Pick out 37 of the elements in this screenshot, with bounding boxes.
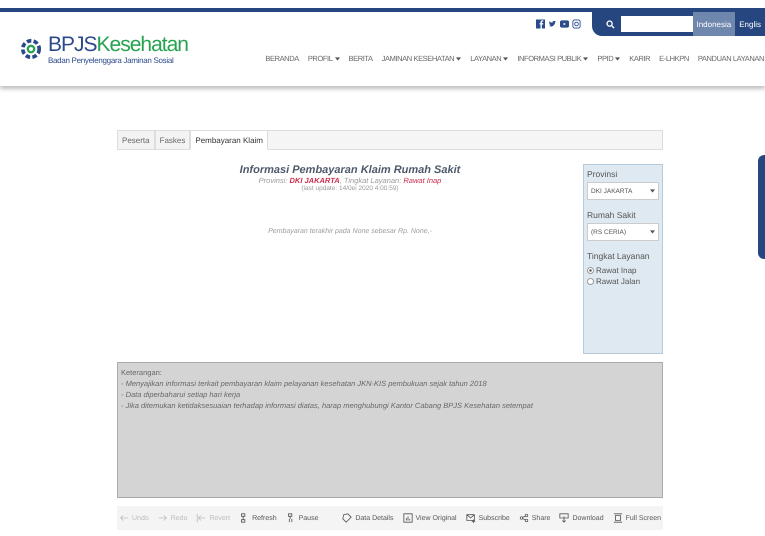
search-field[interactable] bbox=[620, 16, 692, 32]
logo-title: BPJSKesehatan bbox=[48, 34, 188, 56]
fullscreen-icon bbox=[612, 513, 623, 523]
arrow-left-icon bbox=[119, 513, 129, 523]
caret-icon bbox=[583, 56, 588, 60]
language-button[interactable]: Indonesia bbox=[692, 12, 736, 36]
caret-icon bbox=[503, 56, 508, 60]
arrow-right-icon bbox=[158, 513, 168, 523]
filter-label: Tingkat Layanan bbox=[587, 251, 651, 261]
chart-icon bbox=[402, 513, 412, 523]
caret-icon bbox=[334, 56, 340, 60]
filter-label: Rumah Sakit bbox=[587, 210, 637, 220]
search-icon[interactable] bbox=[606, 20, 614, 28]
facebook-icon[interactable] bbox=[536, 19, 544, 29]
download-icon bbox=[559, 513, 570, 523]
twitter-icon[interactable] bbox=[548, 19, 556, 29]
revert-icon bbox=[196, 513, 206, 523]
radio-button[interactable] bbox=[587, 278, 594, 285]
radio-label[interactable]: Rawat Inap bbox=[596, 266, 636, 275]
filter-label: Provinsi bbox=[587, 169, 618, 179]
caret-icon bbox=[456, 56, 462, 60]
radio-button[interactable] bbox=[587, 267, 594, 274]
tab[interactable]: Pembayaran Klaim bbox=[190, 130, 268, 150]
mail-icon bbox=[466, 513, 476, 523]
logo-subtitle: Badan Penyelenggara Jaminan Sosial bbox=[48, 56, 174, 64]
youtube-icon[interactable] bbox=[560, 19, 568, 29]
caret-icon bbox=[650, 189, 655, 193]
report-title: Informasi Pembayaran Klaim Rumah Sakit bbox=[240, 164, 460, 176]
share-icon bbox=[518, 513, 529, 523]
caret-icon bbox=[650, 230, 655, 234]
tab[interactable]: Faskes bbox=[154, 130, 190, 150]
caret-icon bbox=[615, 56, 620, 60]
instagram-icon[interactable] bbox=[572, 19, 580, 29]
tab[interactable]: Peserta bbox=[117, 130, 155, 150]
tag-icon bbox=[342, 513, 352, 523]
radio-label[interactable]: Rawat Jalan bbox=[596, 277, 640, 286]
logo-icon bbox=[20, 38, 42, 60]
